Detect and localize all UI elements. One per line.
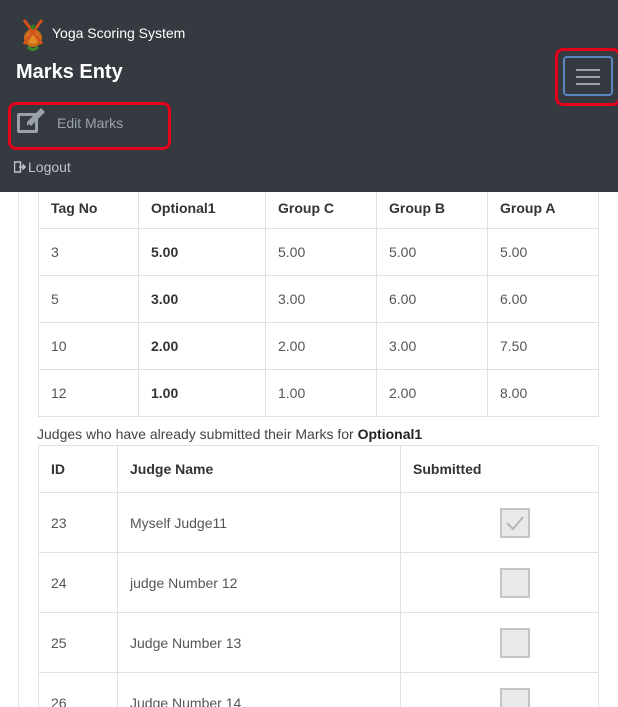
cell-group-a: 6.00 <box>487 275 599 323</box>
yoga-logo-icon <box>22 19 44 51</box>
table-row: 24 judge Number 12 <box>38 552 599 613</box>
logout-link[interactable]: Logout <box>14 159 71 175</box>
cell-judge-id: 25 <box>38 612 118 673</box>
judges-caption-text: Judges who have already submitted their … <box>37 426 354 442</box>
cell-judge-name: Judge Number 13 <box>117 612 401 673</box>
page-title: Marks Enty <box>16 61 123 83</box>
cell-judge-id: 23 <box>38 492 118 553</box>
submitted-checkbox[interactable] <box>499 567 530 598</box>
menu-toggle-button[interactable] <box>563 56 613 96</box>
judges-caption-event: Optional1 <box>357 426 423 442</box>
cell-group-a: 8.00 <box>487 369 599 417</box>
marks-table: Tag No Optional1 Group C Group B Group A… <box>38 170 599 417</box>
cell-group-a: 7.50 <box>487 322 599 370</box>
submitted-checkbox[interactable] <box>499 687 530 707</box>
cell-judge-id: 26 <box>38 672 118 707</box>
submitted-checkbox[interactable] <box>499 507 530 538</box>
cell-submitted <box>400 492 599 553</box>
cell-judge-id: 24 <box>38 552 118 613</box>
hamburger-icon-bar <box>576 83 600 85</box>
table-row: 23 Myself Judge11 <box>38 492 599 553</box>
page: Tag No Optional1 Group C Group B Group A… <box>0 0 618 707</box>
cell-group-b: 3.00 <box>376 322 488 370</box>
table-row: 3 5.00 5.00 5.00 5.00 <box>38 228 599 276</box>
table-row: 26 Judge Number 14 <box>38 672 599 707</box>
judges-table-header-row: ID Judge Name Submitted <box>38 445 599 493</box>
cell-judge-name: judge Number 12 <box>117 552 401 613</box>
cell-group-c: 1.00 <box>265 369 377 417</box>
cell-submitted <box>400 552 599 613</box>
cell-group-c: 3.00 <box>265 275 377 323</box>
edit-marks-label: Edit Marks <box>57 115 124 131</box>
edit-marks-link[interactable]: Edit Marks <box>15 106 123 136</box>
cell-group-a: 5.00 <box>487 228 599 276</box>
edit-icon <box>17 108 45 133</box>
cell-optional1: 5.00 <box>138 228 266 276</box>
submitted-checkbox[interactable] <box>499 627 530 658</box>
table-row: 5 3.00 3.00 6.00 6.00 <box>38 275 599 323</box>
cell-judge-name: Judge Number 14 <box>117 672 401 707</box>
main-content: Tag No Optional1 Group C Group B Group A… <box>18 170 618 707</box>
cell-tag-no: 3 <box>38 228 139 276</box>
check-icon <box>505 515 524 530</box>
table-row: 25 Judge Number 13 <box>38 612 599 673</box>
column-header-id: ID <box>38 445 118 493</box>
cell-tag-no: 5 <box>38 275 139 323</box>
cell-tag-no: 10 <box>38 322 139 370</box>
cell-optional1: 1.00 <box>138 369 266 417</box>
cell-group-b: 6.00 <box>376 275 488 323</box>
column-header-judge-name: Judge Name <box>117 445 401 493</box>
hamburger-icon-bar <box>576 69 600 71</box>
navbar: Yoga Scoring System Marks Enty Edit Mark… <box>0 0 618 192</box>
table-row: 10 2.00 2.00 3.00 7.50 <box>38 322 599 370</box>
cell-group-b: 2.00 <box>376 369 488 417</box>
brand-name: Yoga Scoring System <box>52 25 186 41</box>
judges-table: ID Judge Name Submitted 23 Myself Judge1… <box>38 445 599 707</box>
logout-label: Logout <box>28 159 71 175</box>
cell-judge-name: Myself Judge11 <box>117 492 401 553</box>
cell-optional1: 3.00 <box>138 275 266 323</box>
cell-optional1: 2.00 <box>138 322 266 370</box>
cell-group-b: 5.00 <box>376 228 488 276</box>
cell-tag-no: 12 <box>38 369 139 417</box>
cell-submitted <box>400 612 599 673</box>
cell-submitted <box>400 672 599 707</box>
column-header-submitted: Submitted <box>400 445 599 493</box>
cell-group-c: 5.00 <box>265 228 377 276</box>
logout-icon <box>14 161 27 173</box>
table-row: 12 1.00 1.00 2.00 8.00 <box>38 369 599 417</box>
judges-caption: Judges who have already submitted their … <box>37 426 422 442</box>
cell-group-c: 2.00 <box>265 322 377 370</box>
brand[interactable]: Yoga Scoring System <box>20 14 185 52</box>
hamburger-icon-bar <box>576 76 600 78</box>
